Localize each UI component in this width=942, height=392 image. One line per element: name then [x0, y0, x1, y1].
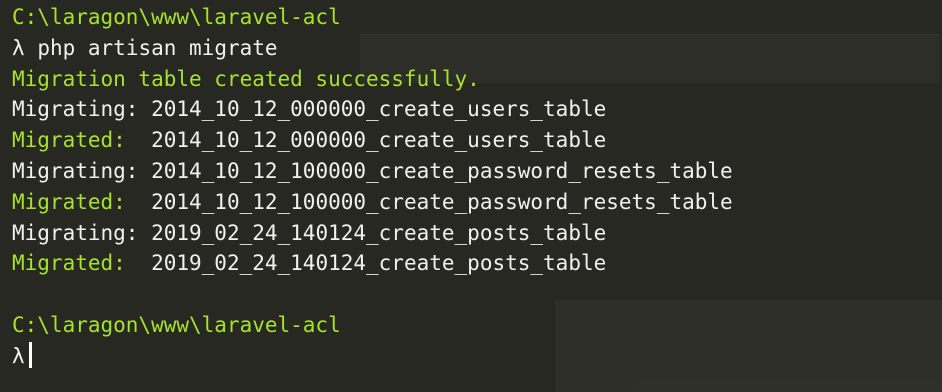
prompt-path-line: C:\laragon\www\laravel-acl — [12, 310, 942, 341]
output-line-migrated: Migrated: 2019_02_24_140124_create_posts… — [12, 248, 942, 279]
prompt-path-line: C:\laragon\www\laravel-acl — [12, 2, 942, 33]
command-text: php artisan migrate — [37, 35, 278, 60]
output-line-migrating: Migrating: 2014_10_12_000000_create_user… — [12, 94, 942, 125]
output-label: Migrating: — [12, 158, 139, 183]
prompt-path: C:\laragon\www\laravel-acl — [12, 312, 341, 337]
input-line[interactable]: λ — [12, 341, 942, 372]
output-label: Migration table created successfully. — [12, 66, 480, 91]
migration-name: 2014_10_12_100000_create_password_resets… — [151, 158, 733, 183]
output-line-migrating: Migrating: 2019_02_24_140124_create_post… — [12, 218, 942, 249]
output-label: Migrated: — [12, 189, 139, 214]
migration-name: 2014_10_12_000000_create_users_table — [151, 128, 607, 153]
text-cursor — [28, 341, 32, 368]
output-label: Migrated: — [12, 251, 139, 276]
lambda-prompt-icon: λ — [12, 343, 25, 368]
output-label: Migrating: — [12, 220, 139, 245]
output-line-migrating: Migrating: 2014_10_12_100000_create_pass… — [12, 156, 942, 187]
output-line-migrated: Migrated: 2014_10_12_000000_create_users… — [12, 125, 942, 156]
output-label: Migrated: — [12, 128, 139, 153]
terminal-output: C:\laragon\www\laravel-acl λ php artisan… — [12, 0, 942, 372]
migration-name: 2019_02_24_140124_create_posts_table — [151, 220, 607, 245]
prompt-path: C:\laragon\www\laravel-acl — [12, 5, 341, 29]
command-line: λ php artisan migrate — [12, 33, 942, 64]
terminal-window[interactable]: C:\laragon\www\laravel-acl λ php artisan… — [0, 0, 942, 392]
output-line-migrated: Migrated: 2014_10_12_100000_create_passw… — [12, 187, 942, 218]
migration-name: 2014_10_12_100000_create_password_resets… — [151, 189, 733, 214]
output-line-success: Migration table created successfully. — [12, 64, 942, 95]
migration-name: 2014_10_12_000000_create_users_table — [151, 97, 607, 122]
output-label: Migrating: — [12, 97, 139, 122]
lambda-prompt-icon: λ — [12, 35, 25, 60]
migration-name: 2019_02_24_140124_create_posts_table — [151, 251, 607, 276]
